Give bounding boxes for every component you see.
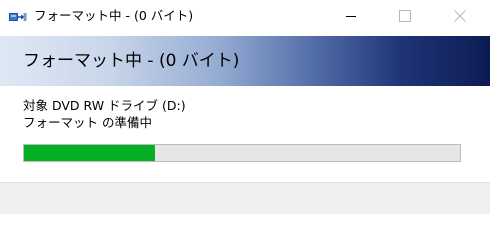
progress-bar	[23, 144, 461, 162]
format-drive-icon	[9, 9, 27, 23]
close-icon	[454, 9, 466, 22]
progress-fill	[24, 145, 155, 161]
banner-heading: フォーマット中 - (0 バイト)	[23, 51, 240, 71]
title-bar[interactable]: フォーマット中 - (0 バイト)	[0, 0, 490, 32]
minimize-button[interactable]	[328, 0, 374, 31]
maximize-icon	[399, 9, 411, 22]
dialog-content: 対象 DVD RW ドライブ (D:) フォーマット の準備中	[0, 86, 490, 182]
maximize-button[interactable]	[382, 0, 428, 31]
dialog-footer	[0, 182, 490, 214]
minimize-icon	[346, 11, 356, 21]
format-dialog-window: フォーマット中 - (0 バイト) フォーマット中 - (0 バイト) 対象 D…	[0, 0, 490, 214]
target-drive-label: 対象 DVD RW ドライブ (D:)	[23, 98, 186, 113]
window-title: フォーマット中 - (0 バイト)	[34, 8, 194, 23]
header-banner: フォーマット中 - (0 バイト)	[0, 36, 490, 86]
status-text: フォーマット の準備中	[23, 115, 152, 130]
close-button[interactable]	[437, 0, 483, 31]
